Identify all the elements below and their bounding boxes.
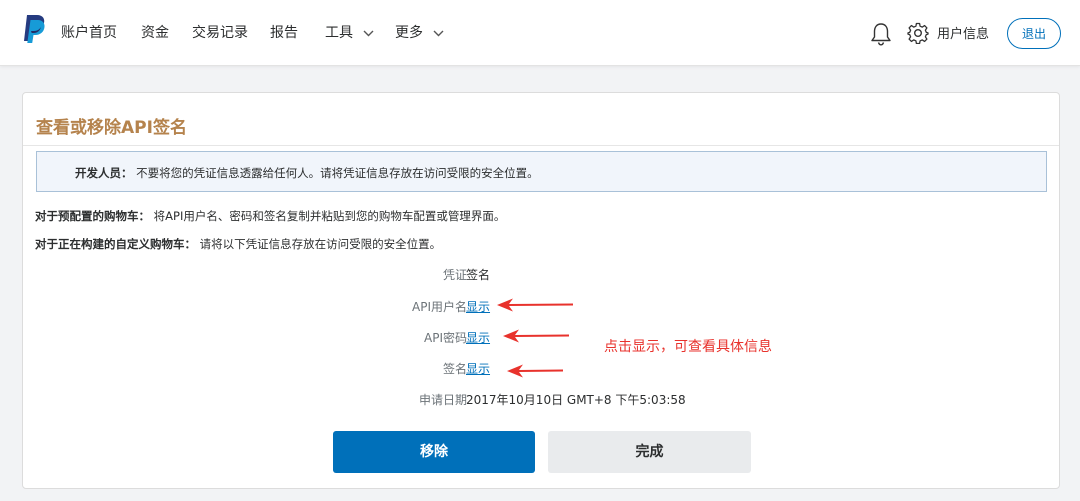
show-api-password-link[interactable]: 显示 <box>466 329 490 346</box>
signature-label: 签名 <box>442 362 467 376</box>
preconfigured-cart-label: 对于预配置的购物车： <box>35 209 150 223</box>
preconfigured-cart-line: 对于预配置的购物车： 将API用户名、密码和签名复制并粘贴到您的购物车配置或管理… <box>35 208 505 224</box>
done-button[interactable]: 完成 <box>548 431 751 473</box>
nav-reports[interactable]: 报告 <box>270 22 298 42</box>
custom-cart-label: 对于正在构建的自定义购物车： <box>35 237 196 251</box>
chevron-down-icon <box>363 30 374 36</box>
annotation-note: 点击显示，可查看具体信息 <box>604 339 772 355</box>
red-arrow-icon <box>507 364 563 378</box>
request-date-value: 2017年10月10日 GMT+8 下午5:03:58 <box>466 393 686 407</box>
notice-body: 不要将您的凭证信息透露给任何人。请将凭证信息存放在访问受限的安全位置。 <box>136 166 539 180</box>
request-date-label: 申请日期 <box>418 393 467 407</box>
red-arrow-icon <box>497 298 573 312</box>
preconfigured-cart-text: 将API用户名、密码和签名复制并粘贴到您的购物车配置或管理界面。 <box>153 209 506 223</box>
user-info-link[interactable]: 用户信息 <box>937 23 989 42</box>
remove-button[interactable]: 移除 <box>333 431 535 473</box>
logout-button[interactable]: 退出 <box>1007 18 1061 49</box>
gear-icon[interactable] <box>907 22 929 44</box>
red-arrow-icon <box>503 329 569 343</box>
nav-more-label: 更多 <box>395 25 423 41</box>
credential-value: 签名 <box>466 268 491 282</box>
nav-more[interactable]: 更多 <box>395 22 444 42</box>
page-title: 查看或移除API签名 <box>36 118 187 138</box>
nav-tools[interactable]: 工具 <box>325 22 374 42</box>
custom-cart-line: 对于正在构建的自定义购物车： 请将以下凭证信息存放在访问受限的安全位置。 <box>35 236 441 252</box>
nav-transactions[interactable]: 交易记录 <box>192 22 248 42</box>
chevron-down-icon <box>433 30 444 36</box>
bell-icon[interactable] <box>870 22 892 46</box>
top-navbar: 账户首页 资金 交易记录 报告 工具 更多 用户信息 退出 <box>0 0 1080 66</box>
developer-notice: 开发人员： 不要将您的凭证信息透露给任何人。请将凭证信息存放在访问受限的安全位置… <box>36 151 1047 192</box>
paypal-logo[interactable] <box>21 14 47 44</box>
credential-label: 凭证 <box>442 268 467 282</box>
custom-cart-text: 请将以下凭证信息存放在访问受限的安全位置。 <box>199 237 442 251</box>
api-signature-card: 查看或移除API签名 开发人员： 不要将您的凭证信息透露给任何人。请将凭证信息存… <box>22 92 1060 489</box>
notice-text: 开发人员： 不要将您的凭证信息透露给任何人。请将凭证信息存放在访问受限的安全位置… <box>75 165 539 181</box>
nav-account-home[interactable]: 账户首页 <box>61 22 117 42</box>
nav-tools-label: 工具 <box>325 25 353 41</box>
api-password-label: API密码 <box>424 331 467 345</box>
notice-label: 开发人员： <box>75 166 133 180</box>
api-username-label: API用户名 <box>412 300 467 314</box>
show-signature-link[interactable]: 显示 <box>466 360 490 377</box>
nav-funds[interactable]: 资金 <box>141 22 169 42</box>
show-api-username-link[interactable]: 显示 <box>466 298 490 315</box>
divider <box>23 145 1059 146</box>
